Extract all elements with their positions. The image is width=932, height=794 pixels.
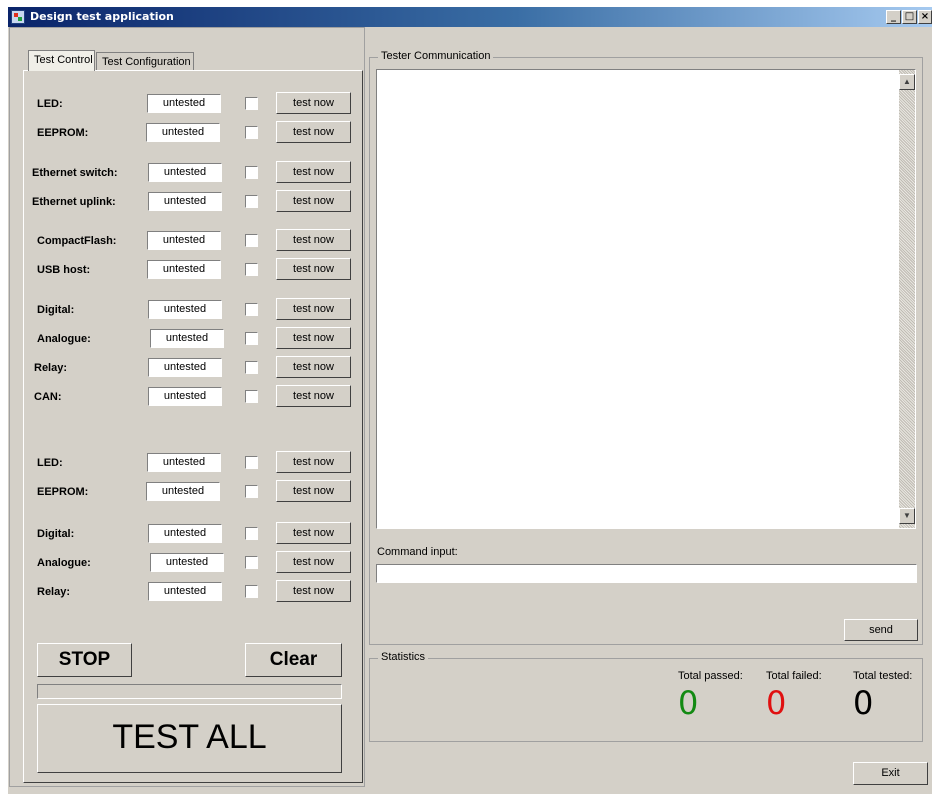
test-now-button[interactable]: test now: [276, 522, 351, 544]
test-checkbox[interactable]: [245, 303, 258, 316]
test-checkbox[interactable]: [245, 234, 258, 247]
title-bar[interactable]: Design test application _ □ ×: [8, 7, 932, 27]
test-now-button[interactable]: test now: [276, 551, 351, 573]
communication-log[interactable]: ▲ ▼: [376, 69, 916, 529]
close-button[interactable]: ×: [918, 10, 932, 24]
test-status-field: untested: [147, 453, 221, 472]
app-icon: [11, 10, 25, 24]
test-now-button[interactable]: test now: [276, 580, 351, 602]
test-checkbox[interactable]: [245, 126, 258, 139]
test-checkbox[interactable]: [245, 166, 258, 179]
total-passed-value: 0: [678, 684, 699, 722]
test-status-field: untested: [148, 358, 222, 377]
test-checkbox[interactable]: [245, 585, 258, 598]
group-title-statistics: Statistics: [378, 651, 429, 663]
test-status-field: untested: [148, 163, 222, 182]
test-checkbox[interactable]: [245, 390, 258, 403]
test-status-field: untested: [147, 260, 221, 279]
test-label: CAN:: [34, 391, 62, 403]
test-now-button[interactable]: test now: [276, 229, 351, 251]
test-label: Relay:: [34, 362, 68, 374]
test-now-button[interactable]: test now: [276, 92, 351, 114]
test-status-field: untested: [147, 94, 221, 113]
test-label: Analogue:: [37, 333, 91, 345]
test-status-field: untested: [146, 123, 220, 142]
test-label: Relay:: [37, 586, 71, 598]
test-now-button[interactable]: test now: [276, 258, 351, 280]
total-tested-value: 0: [853, 684, 874, 722]
window-title: Design test application: [30, 10, 174, 23]
total-passed-label: Total passed:: [678, 670, 743, 682]
test-status-field: untested: [148, 387, 222, 406]
statistics-group: Statistics: [369, 651, 923, 742]
test-checkbox[interactable]: [245, 263, 258, 276]
minimize-button[interactable]: _: [886, 10, 901, 24]
test-checkbox[interactable]: [245, 361, 258, 374]
test-now-button[interactable]: test now: [276, 161, 351, 183]
test-now-button[interactable]: test now: [276, 451, 351, 473]
test-now-button[interactable]: test now: [276, 356, 351, 378]
test-label: Analogue:: [37, 557, 91, 569]
test-status-field: untested: [148, 524, 222, 543]
test-label: Ethernet switch:: [32, 167, 118, 179]
clear-button[interactable]: Clear: [245, 643, 342, 677]
test-label: EEPROM:: [37, 127, 89, 139]
test-checkbox[interactable]: [245, 527, 258, 540]
test-label: Digital:: [37, 528, 75, 540]
maximize-button[interactable]: □: [902, 10, 917, 24]
scroll-down-icon[interactable]: ▼: [899, 508, 915, 524]
command-input[interactable]: [376, 564, 917, 583]
test-checkbox[interactable]: [245, 195, 258, 208]
test-status-field: untested: [148, 300, 222, 319]
total-tested-label: Total tested:: [853, 670, 913, 682]
test-now-button[interactable]: test now: [276, 121, 351, 143]
test-checkbox[interactable]: [245, 456, 258, 469]
log-scrollbar[interactable]: [899, 70, 915, 528]
group-title-tester-communication: Tester Communication: [378, 50, 494, 62]
send-button[interactable]: send: [844, 619, 918, 641]
test-label: LED:: [37, 98, 63, 110]
command-input-label: Command input:: [377, 546, 458, 558]
test-status-field: untested: [148, 192, 222, 211]
test-now-button[interactable]: test now: [276, 385, 351, 407]
scroll-up-icon[interactable]: ▲: [899, 74, 915, 90]
test-label: Digital:: [37, 304, 75, 316]
total-failed-value: 0: [766, 684, 787, 722]
test-label: USB host:: [37, 264, 91, 276]
test-now-button[interactable]: test now: [276, 480, 351, 502]
tab-test-control[interactable]: Test Control: [28, 50, 95, 71]
test-label: Ethernet uplink:: [32, 196, 116, 208]
test-status-field: untested: [146, 482, 220, 501]
test-status-field: untested: [147, 231, 221, 250]
test-label: EEPROM:: [37, 486, 89, 498]
test-checkbox[interactable]: [245, 556, 258, 569]
test-checkbox[interactable]: [245, 97, 258, 110]
tab-test-configuration[interactable]: Test Configuration: [96, 52, 194, 71]
test-label: CompactFlash:: [37, 235, 117, 247]
test-now-button[interactable]: test now: [276, 298, 351, 320]
test-status-field: untested: [148, 582, 222, 601]
stop-button[interactable]: STOP: [37, 643, 132, 677]
test-status-field: untested: [150, 553, 224, 572]
test-checkbox[interactable]: [245, 485, 258, 498]
test-now-button[interactable]: test now: [276, 190, 351, 212]
total-failed-label: Total failed:: [766, 670, 822, 682]
test-checkbox[interactable]: [245, 332, 258, 345]
progress-bar: [37, 684, 342, 699]
test-label: LED:: [37, 457, 63, 469]
test-status-field: untested: [150, 329, 224, 348]
exit-button[interactable]: Exit: [853, 762, 928, 785]
test-all-button[interactable]: TEST ALL: [37, 704, 342, 773]
test-now-button[interactable]: test now: [276, 327, 351, 349]
